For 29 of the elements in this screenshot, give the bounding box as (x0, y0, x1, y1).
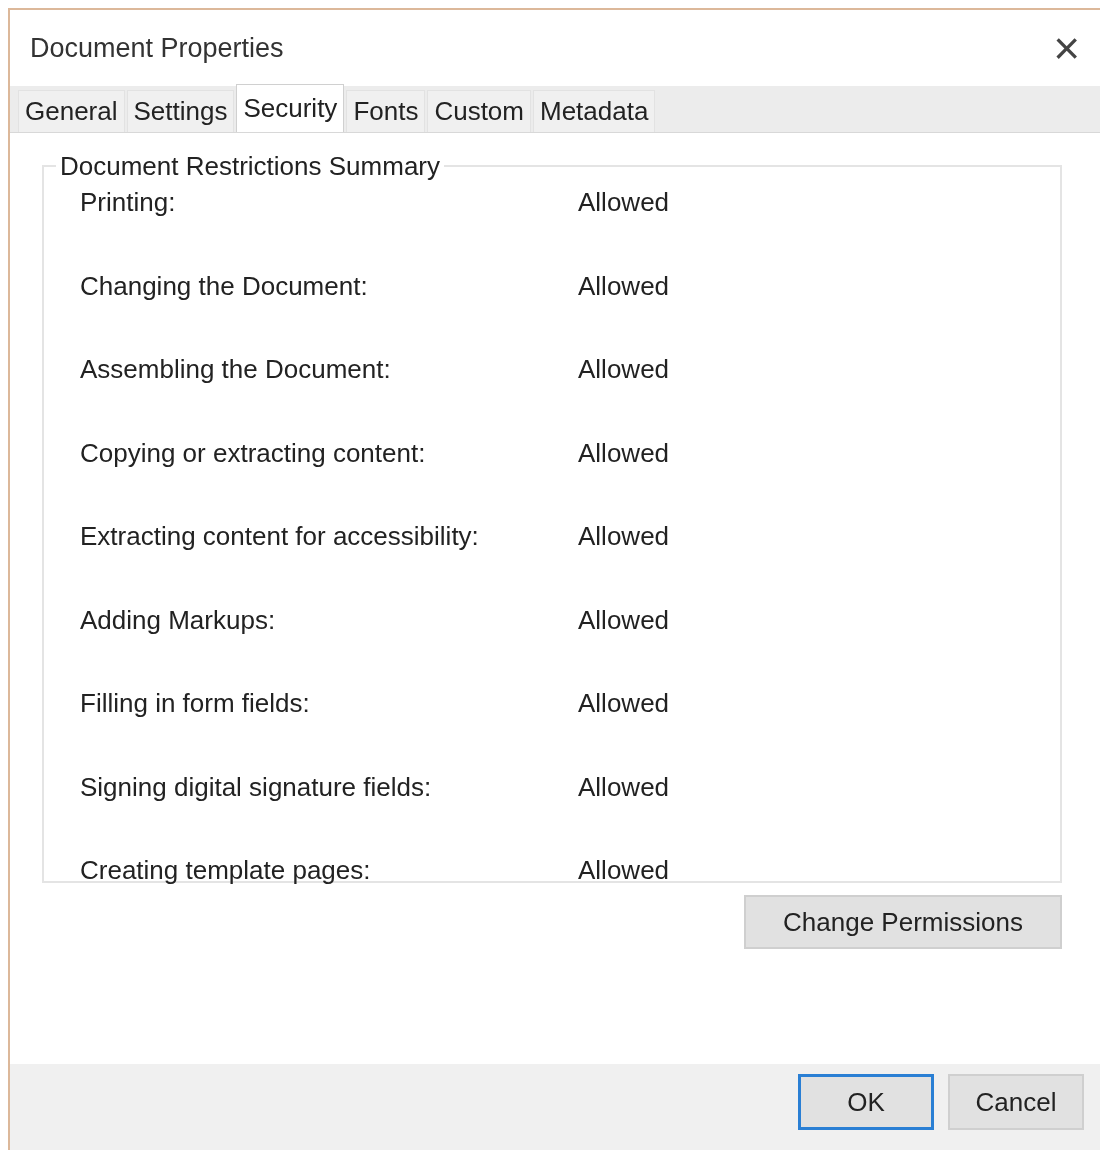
tab[interactable]: Metadata (533, 90, 656, 132)
permission-label: Adding Markups: (80, 604, 277, 636)
tab[interactable]: Fonts (346, 90, 426, 132)
tab[interactable]: Custom (427, 90, 531, 132)
close-button[interactable]: × (1047, 25, 1086, 71)
permission-label: Extracting content for accessibility: (80, 521, 480, 552)
permission-label: Creating template pages: (80, 855, 372, 886)
permission-value: Allowed (578, 270, 670, 302)
permission-label: Filling in form fields: (80, 688, 311, 719)
permission-value: Allowed (578, 437, 670, 469)
permission-value: Allowed (578, 604, 670, 636)
permission-label: Changing the Document: (80, 270, 369, 302)
permission-label: Assembling the Document: (80, 354, 392, 385)
permission-value: Allowed (578, 855, 670, 886)
permission-value: Allowed (578, 187, 670, 218)
permission-label: Signing digital signature fields: (80, 771, 433, 803)
tab[interactable]: Security (236, 84, 345, 132)
tab[interactable]: Settings (126, 90, 235, 132)
permission-label: Printing: (80, 187, 177, 218)
tab[interactable]: General (18, 90, 125, 132)
cancel-button[interactable]: Cancel (948, 1074, 1084, 1130)
permission-value: Allowed (578, 521, 670, 552)
window-title: Document Properties (30, 32, 284, 64)
permission-value: Allowed (578, 354, 670, 385)
ok-button[interactable]: OK (798, 1074, 934, 1130)
change-permissions-button[interactable]: Change Permissions (744, 895, 1062, 949)
permission-label: Copying or extracting content: (80, 437, 427, 469)
permission-value: Allowed (578, 688, 670, 719)
permission-value: Allowed (578, 771, 670, 803)
